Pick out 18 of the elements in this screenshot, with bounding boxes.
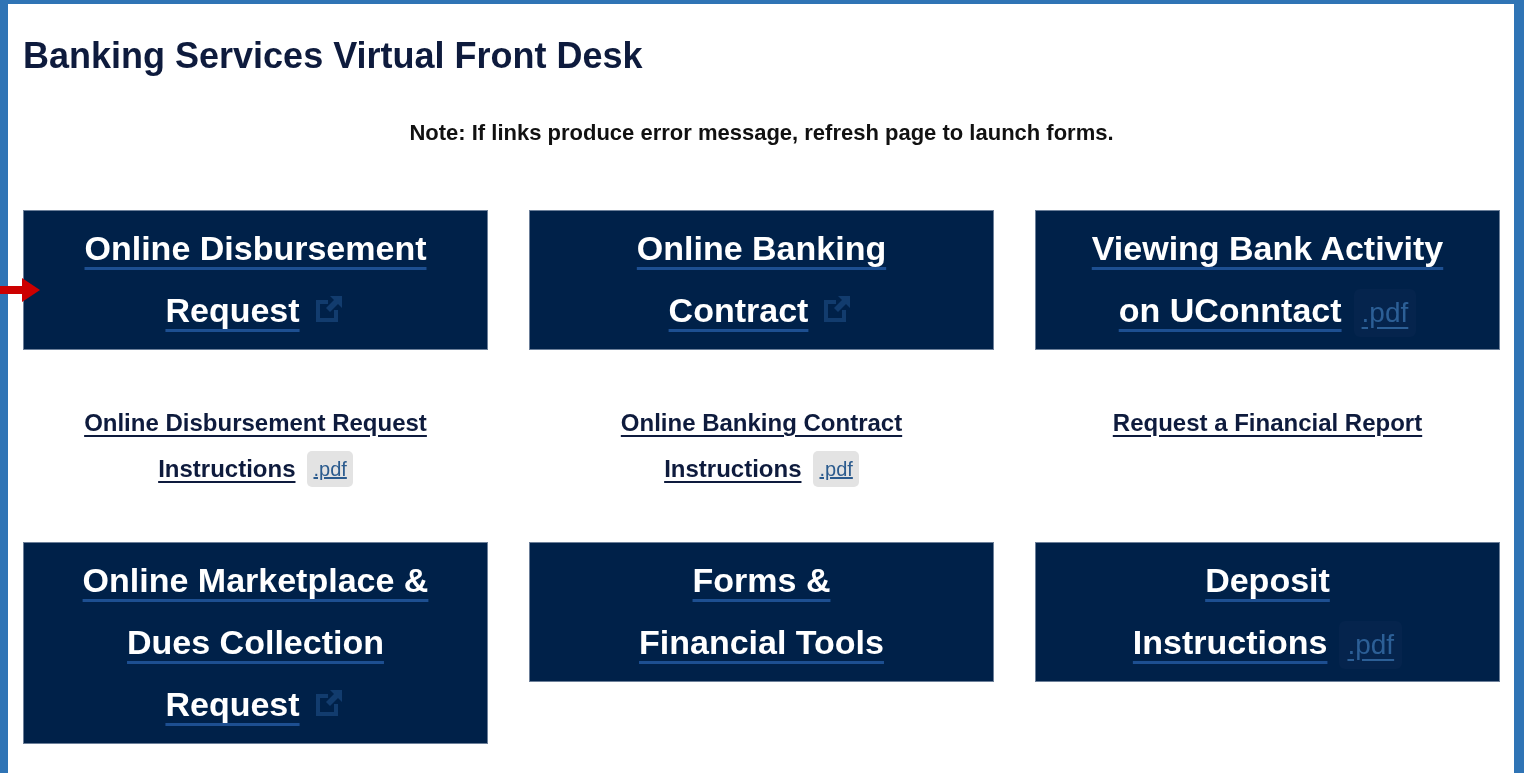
instructions-link[interactable]: Online Disbursement Request [84, 400, 427, 446]
instructions-link[interactable]: Instructions [664, 446, 802, 492]
tile-link[interactable]: Online Banking Contract [529, 210, 994, 350]
page-title: Banking Services Virtual Front Desk [23, 34, 644, 78]
note-text: Note: If links produce error message, refresh page to launch forms. [408, 120, 1115, 146]
instructions-link[interactable]: Online Banking Contract [620, 400, 903, 446]
tile-link[interactable]: Online Marketplace & Dues Collection Request [23, 542, 488, 744]
tile-link[interactable]: Forms & Financial Tools [529, 542, 994, 682]
pdf-badge: .pdf [1353, 289, 1417, 337]
pointer-arrow [0, 276, 40, 304]
pdf-badge: .pdf [1339, 621, 1403, 669]
instructions-link[interactable]: Request a Financial Report [1112, 400, 1423, 446]
instructions-link[interactable]: Instructions [158, 446, 296, 492]
tile-link[interactable]: Viewing Bank Activity on UConntact .pdf [1035, 210, 1500, 350]
tile-link[interactable]: Online Disbursement Request [23, 210, 488, 350]
tile-link[interactable]: Deposit Instructions .pdf [1035, 542, 1500, 682]
pdf-badge: .pdf [813, 451, 859, 487]
pdf-badge: .pdf [307, 451, 353, 487]
